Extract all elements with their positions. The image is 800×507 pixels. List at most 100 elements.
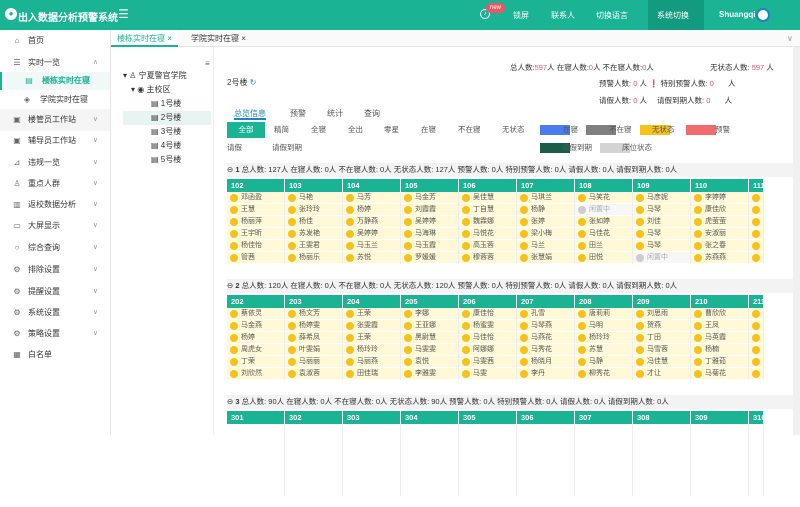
bed-student[interactable]: 吴婷婷 bbox=[401, 216, 458, 228]
bed-student[interactable]: 苏慧 bbox=[575, 344, 632, 356]
room-card[interactable]: 301 bbox=[227, 411, 285, 496]
bed-student[interactable]: 罗媛媛 bbox=[401, 252, 458, 264]
tab-college-realtime[interactable]: 学院实时在寝 × bbox=[185, 30, 252, 47]
room-card[interactable]: 302 bbox=[285, 411, 343, 496]
bed-student[interactable]: 丁雅茹 bbox=[691, 356, 748, 368]
bed-student[interactable]: 杨晓月 bbox=[517, 356, 574, 368]
tab-query[interactable]: 查询 bbox=[364, 107, 380, 120]
tree-building-5[interactable]: ▤ 5号楼 bbox=[151, 153, 181, 167]
bed-student[interactable]: 马金芳 bbox=[401, 192, 458, 204]
bed-student[interactable]: 袁悦 bbox=[401, 356, 458, 368]
bed-student[interactable]: 马琴 bbox=[633, 204, 690, 216]
bed-student[interactable] bbox=[749, 252, 763, 264]
room-card[interactable]: 303 bbox=[343, 411, 401, 496]
sidebar-item-building-realtime[interactable]: ▤ 楼栋实时在寝 bbox=[0, 72, 110, 90]
bed-student[interactable]: 管茜 bbox=[227, 252, 284, 264]
filter-sporadic[interactable]: 零星 bbox=[384, 122, 399, 138]
bed-student[interactable]: 刘霞霞 bbox=[401, 204, 458, 216]
bed-student[interactable]: 马秀花 bbox=[517, 344, 574, 356]
room-card[interactable]: 103 马艳 张玲玲 杨佳 苏发艳 王雯君 杨丽乐 bbox=[285, 179, 343, 264]
room-card[interactable]: 111 bbox=[749, 179, 765, 264]
room-card[interactable]: 205 李娜 王亚娜 黑尉慧 马雯雯 袁悦 李雅雯 bbox=[401, 295, 459, 380]
bed-student[interactable]: 杨婷雯 bbox=[285, 320, 342, 332]
bed-student[interactable]: 王荣 bbox=[343, 332, 400, 344]
bed-student[interactable]: 马琴 bbox=[633, 240, 690, 252]
filter-all-in[interactable]: 全寝 bbox=[311, 122, 326, 138]
room-card[interactable]: 204 王荣 张雯霞 王荣 杨玲玲 马丽燕 田佳瑞 bbox=[343, 295, 401, 380]
bed-student[interactable]: 马雪蓉 bbox=[633, 344, 690, 356]
room-card[interactable]: 209 刘思雨 贺燕 丁田 马雪蓉 冯佳慧 才让 bbox=[633, 295, 691, 380]
contacts-link[interactable]: 联系人 bbox=[551, 10, 575, 21]
bed-student[interactable]: 杨丽乐 bbox=[285, 252, 342, 264]
bed-student[interactable]: 杨佳怡 bbox=[227, 240, 284, 252]
bed-student[interactable]: 马笑花 bbox=[575, 192, 632, 204]
room-card[interactable]: 309 bbox=[691, 411, 749, 496]
bed-student[interactable]: 田兰 bbox=[575, 240, 632, 252]
bed-student[interactable] bbox=[749, 240, 763, 252]
bed-student[interactable]: 马菊花 bbox=[691, 368, 748, 380]
bed-student[interactable]: 张雯霞 bbox=[343, 320, 400, 332]
filter-in-dorm[interactable]: 在寝 bbox=[421, 122, 436, 138]
bed-student[interactable]: 马静 bbox=[575, 356, 632, 368]
bed-student[interactable]: 张婷 bbox=[517, 216, 574, 228]
bed-student[interactable]: 马彦妮 bbox=[633, 192, 690, 204]
bed-student[interactable]: 杨楠 bbox=[691, 344, 748, 356]
bed-student[interactable]: 杨玲玲 bbox=[343, 344, 400, 356]
bed-student[interactable]: 安淑丽 bbox=[691, 228, 748, 240]
bed-student[interactable]: 杨静 bbox=[517, 204, 574, 216]
filter-leave-expired[interactable]: 请假到期 bbox=[272, 140, 302, 156]
filter-all[interactable]: 全部 bbox=[227, 122, 265, 138]
room-card[interactable]: 105 马金芳 刘霞霞 吴婷婷 马海琳 马玉霞 罗媛媛 bbox=[401, 179, 459, 264]
bed-student[interactable] bbox=[749, 216, 763, 228]
room-card[interactable]: 308 bbox=[633, 411, 691, 496]
room-card[interactable]: 109 马彦妮 马琴 刘佳 马琴 马琴 闲置中 bbox=[633, 179, 691, 264]
tab-building-realtime[interactable]: 楼栋实时在寝 × bbox=[111, 30, 178, 47]
bed-student[interactable]: 马悦花 bbox=[459, 228, 516, 240]
filter-not-in-dorm[interactable]: 不在寝 bbox=[458, 122, 481, 138]
bed-student[interactable]: 杨丽萍 bbox=[227, 216, 284, 228]
bed-student[interactable] bbox=[749, 308, 763, 320]
bed-student[interactable]: 马丽丽 bbox=[285, 356, 342, 368]
bed-student[interactable]: 唐莉莉 bbox=[575, 308, 632, 320]
bed-student[interactable]: 王亚娜 bbox=[401, 320, 458, 332]
bed-student[interactable]: 康佳欣 bbox=[691, 204, 748, 216]
room-card[interactable]: 206 康佳怡 杨蜜雯 马佳怡 阿娜娜 马雯茜 马雯 bbox=[459, 295, 517, 380]
bed-student[interactable]: 吴婷婷 bbox=[343, 228, 400, 240]
bed-student[interactable]: 马金燕 bbox=[227, 320, 284, 332]
bed-student[interactable]: 高玉蓉 bbox=[459, 240, 516, 252]
bed-student[interactable]: 才让 bbox=[633, 368, 690, 380]
tab-statistics[interactable]: 统计 bbox=[327, 107, 343, 120]
bed-student[interactable]: 吴佳慧 bbox=[459, 192, 516, 204]
bed-student[interactable]: 张之春 bbox=[691, 240, 748, 252]
room-card[interactable]: 304 bbox=[401, 411, 459, 496]
tree-building-4[interactable]: ▤ 4号楼 bbox=[151, 139, 181, 153]
bed-student[interactable]: 王慧 bbox=[227, 204, 284, 216]
bed-student[interactable]: 王凤 bbox=[691, 320, 748, 332]
sidebar-item-violations[interactable]: ⊿ 违规一览 ∨ bbox=[0, 152, 110, 174]
menu-toggle-icon[interactable]: ☰ bbox=[118, 7, 129, 21]
filter-leave[interactable]: 请假 bbox=[227, 140, 242, 156]
tree-menu-icon[interactable]: ≡ bbox=[205, 57, 210, 71]
tabs-dropdown-icon[interactable]: ∨ bbox=[781, 30, 799, 47]
room-card[interactable]: 207 孔雪 马琴燕 马燕花 马秀花 杨晓月 李丹 bbox=[517, 295, 575, 380]
bed-student[interactable]: 杨婷 bbox=[343, 204, 400, 216]
bed-student[interactable]: 冯佳慧 bbox=[633, 356, 690, 368]
bed-student[interactable] bbox=[749, 332, 763, 344]
bed-student[interactable]: 梁小梅 bbox=[517, 228, 574, 240]
bed-student[interactable]: 马英霞 bbox=[691, 332, 748, 344]
filter-simple[interactable]: 精简 bbox=[274, 122, 289, 138]
bed-student[interactable]: 马佳怡 bbox=[459, 332, 516, 344]
bed-student[interactable]: 杨玲玲 bbox=[575, 332, 632, 344]
bed-student[interactable]: 马雯雯 bbox=[401, 344, 458, 356]
bed-student[interactable]: 马佳花 bbox=[575, 228, 632, 240]
bed-student[interactable] bbox=[749, 344, 763, 356]
lock-screen-link[interactable]: 锁屏 bbox=[513, 10, 529, 21]
bed-student[interactable]: 王宇昕 bbox=[227, 228, 284, 240]
bed-student[interactable]: 苏燕燕 bbox=[691, 252, 748, 264]
room-card[interactable]: 106 吴佳慧 丁自慧 魏霖娜 马悦花 高玉蓉 穆蓉蓉 bbox=[459, 179, 517, 264]
sidebar-item-big-screen[interactable]: ▭ 大屏显示 ∨ bbox=[0, 215, 110, 237]
scrollbar[interactable] bbox=[793, 47, 800, 435]
close-icon[interactable]: × bbox=[167, 34, 172, 43]
room-card[interactable]: 305 bbox=[459, 411, 517, 496]
bed-student[interactable]: 薛希凤 bbox=[285, 332, 342, 344]
